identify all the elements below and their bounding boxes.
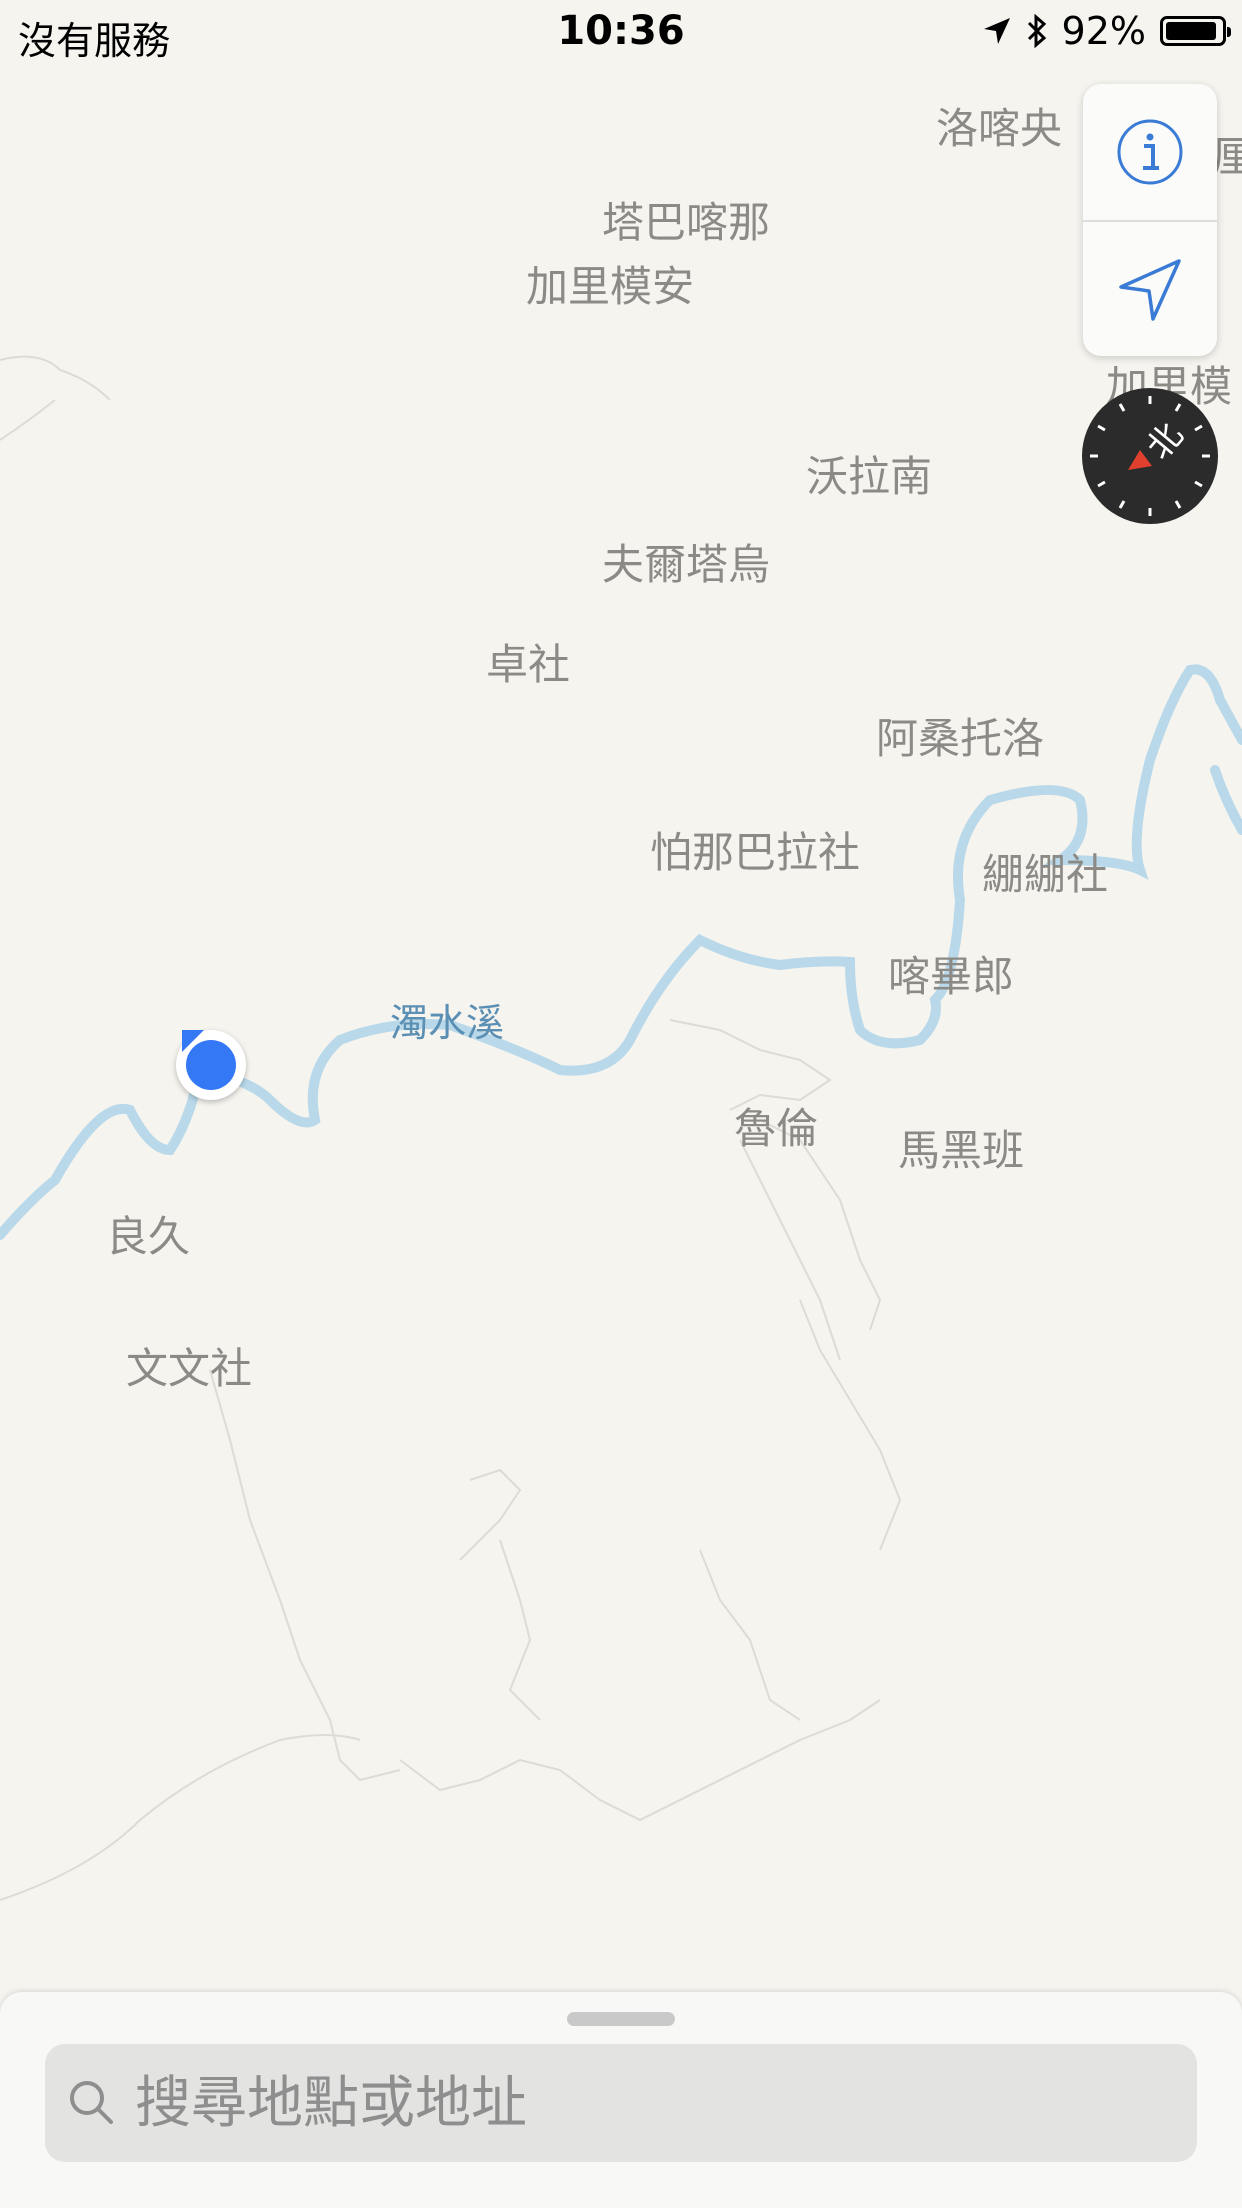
location-services-icon <box>983 18 1010 44</box>
place-label[interactable]: 洛喀央 <box>936 108 1062 150</box>
compass-tick <box>1174 500 1182 509</box>
place-label[interactable]: 塔巴喀那 <box>602 202 770 244</box>
battery-level <box>1166 22 1216 40</box>
battery-percent: 92% <box>1061 9 1146 53</box>
place-label[interactable]: 加里模安 <box>526 266 694 308</box>
place-label[interactable]: 卓社 <box>486 644 570 686</box>
compass-tick <box>1118 500 1126 509</box>
sheet-grabber[interactable] <box>567 2012 675 2026</box>
compass-tick <box>1097 480 1106 488</box>
status-bar: 沒有服務 10:36 92% <box>0 0 1242 63</box>
place-label[interactable]: 阿桑托洛 <box>876 718 1044 760</box>
status-right: 92% <box>982 9 1231 53</box>
place-label[interactable]: 怕那巴拉社 <box>650 832 860 874</box>
search-bar[interactable] <box>45 2044 1197 2162</box>
map-view[interactable]: 洛喀央 塔巴喀那 加里模安 加里模 沃拉南 夫爾塔烏 卓社 阿桑托洛 怕那巴拉社… <box>0 0 1242 2208</box>
track-location-button[interactable] <box>1083 220 1217 358</box>
place-label[interactable]: 夫爾塔烏 <box>602 544 770 586</box>
compass-tick <box>1174 403 1182 412</box>
place-label[interactable]: 綳綳社 <box>982 854 1108 896</box>
heading-indicator <box>182 1030 204 1052</box>
place-label[interactable]: 良久 <box>106 1216 190 1258</box>
place-label[interactable]: 馬黑班 <box>898 1130 1024 1172</box>
info-icon <box>1117 119 1183 185</box>
compass-tick <box>1118 403 1126 412</box>
battery-icon <box>1160 16 1231 46</box>
place-label[interactable]: 文文社 <box>126 1348 252 1390</box>
place-label[interactable]: 喀畢郎 <box>888 956 1014 998</box>
compass-tick <box>1194 480 1203 488</box>
search-input[interactable] <box>133 2062 1177 2144</box>
location-arrow-icon <box>1119 259 1181 321</box>
compass-tick <box>1097 424 1106 432</box>
bluetooth-icon <box>1027 14 1046 48</box>
compass-tick <box>1194 424 1203 432</box>
map-info-button[interactable] <box>1083 84 1217 220</box>
place-label[interactable]: 沃拉南 <box>806 456 932 498</box>
place-label[interactable]: 魯倫 <box>734 1108 818 1150</box>
search-icon <box>70 2081 113 2124</box>
river-label[interactable]: 濁水溪 <box>390 1004 504 1042</box>
bottom-sheet[interactable] <box>0 1992 1242 2208</box>
map-controls <box>1083 84 1217 356</box>
map-terrain <box>0 355 1242 1901</box>
compass-button[interactable]: 北 <box>1082 388 1218 524</box>
compass-icon: 北 <box>1090 396 1210 516</box>
